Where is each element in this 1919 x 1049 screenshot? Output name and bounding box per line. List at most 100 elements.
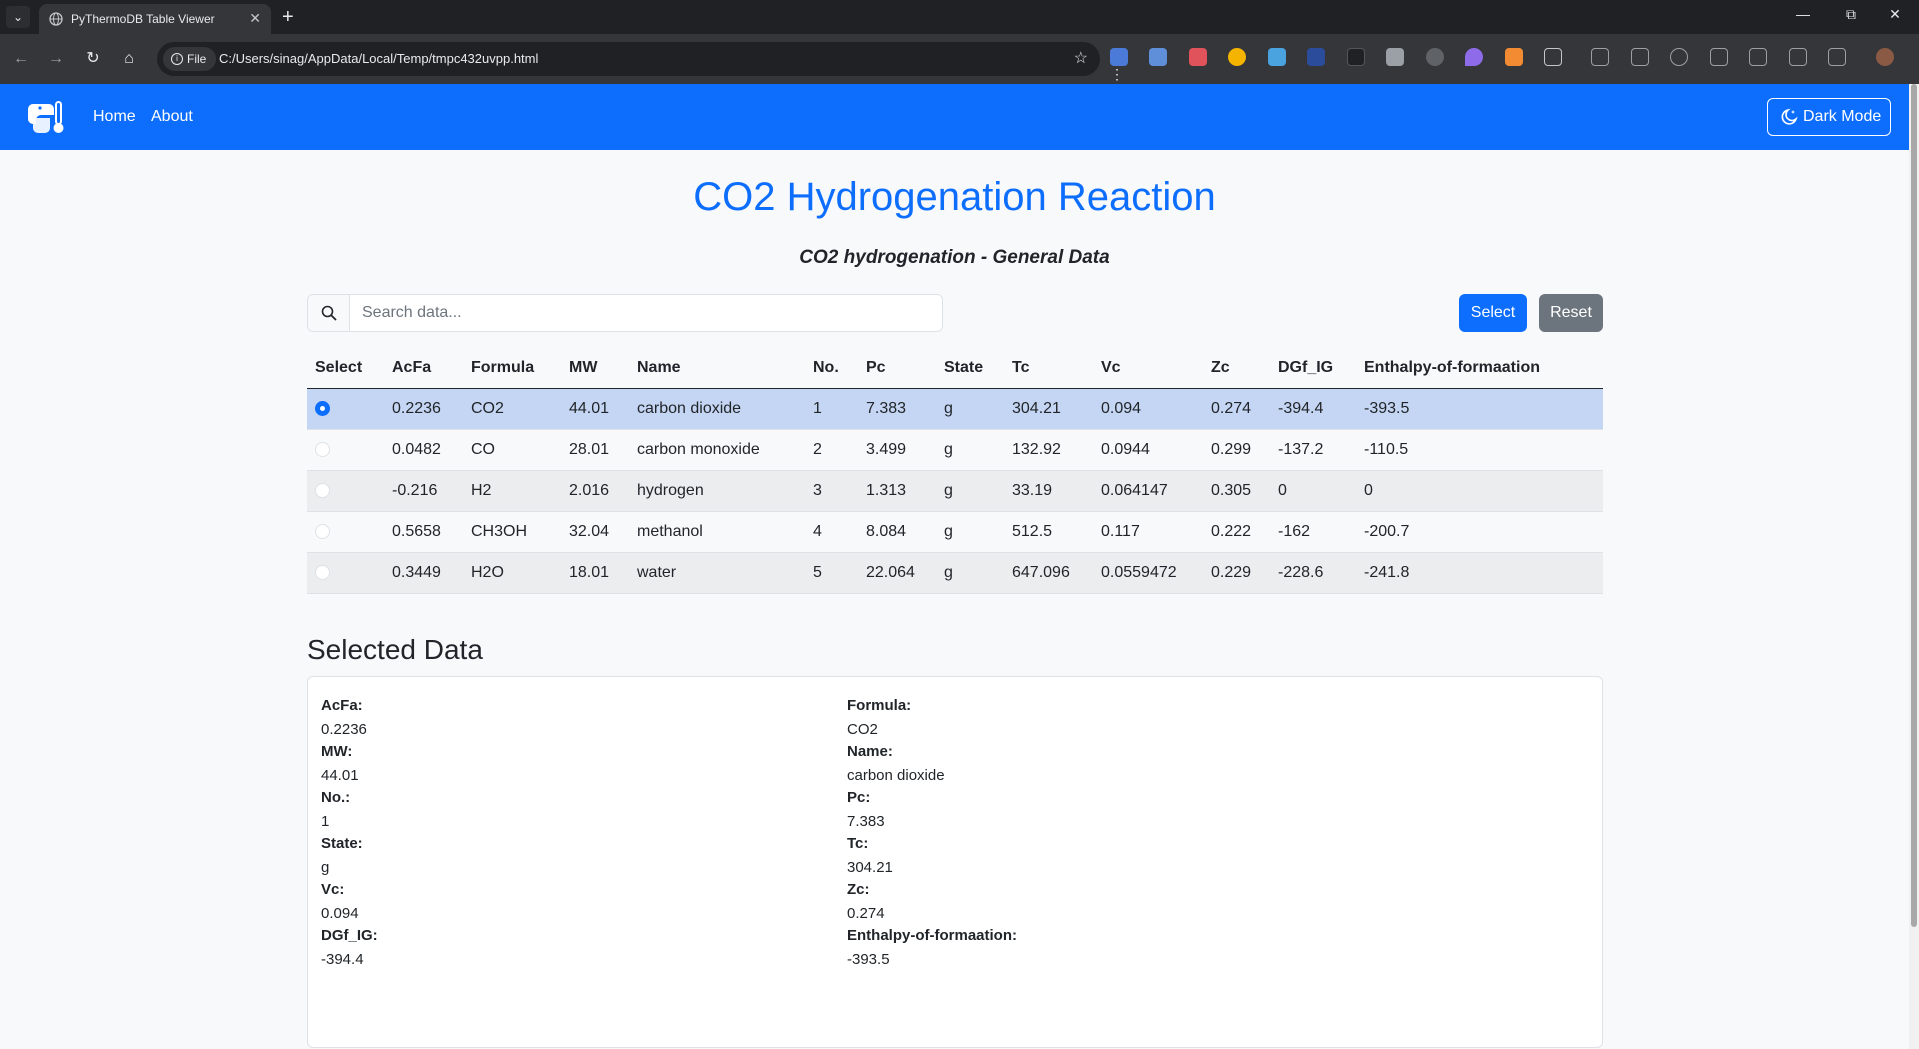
table-cell: 512.5	[1004, 511, 1093, 553]
table-row[interactable]: 0.3449 H2O 18.01 water 5 22.064 g 647.096 0.0559…	[307, 552, 1603, 594]
selected-field-label: Pc:	[847, 789, 871, 806]
menu-kebab-icon[interactable]: ⋮	[1110, 66, 1124, 84]
row-select-radio[interactable]	[315, 400, 330, 416]
table-cell: 0.0944	[1093, 429, 1203, 471]
selected-field-value: -393.5	[847, 951, 890, 968]
devices-icon[interactable]	[1788, 48, 1807, 66]
table-cell: 0.299	[1203, 429, 1270, 471]
selected-field-value: 0.2236	[321, 721, 367, 738]
translate-icon[interactable]	[1709, 48, 1728, 66]
pdf-extension-icon[interactable]	[1307, 48, 1326, 66]
column-header[interactable]: AcFa	[384, 348, 463, 389]
m-extension-icon[interactable]	[1346, 48, 1365, 66]
home-icon[interactable]: ⌂	[118, 48, 140, 70]
table-cell: 0	[1356, 470, 1603, 512]
column-header[interactable]: MW	[561, 348, 629, 389]
column-header[interactable]: Formula	[463, 348, 561, 389]
extension-icon[interactable]	[1110, 48, 1128, 66]
puzzle-extensions-icon[interactable]	[1543, 48, 1562, 66]
drop-extension-icon[interactable]	[1465, 48, 1484, 66]
extension-icon[interactable]	[1504, 48, 1523, 66]
python-thermometer-logo-icon[interactable]	[28, 98, 66, 136]
reload-icon[interactable]: ↻	[82, 48, 104, 70]
table-row[interactable]: 0.2236 CO2 44.01 carbon dioxide 1 7.383 g 304.2…	[307, 388, 1603, 430]
table-cell: 0.0482	[384, 429, 463, 471]
column-header[interactable]: State	[936, 348, 1004, 389]
table-row[interactable]: -0.216 H2 2.016 hydrogen 3 1.313 g 33.19 0.06414…	[307, 470, 1603, 512]
new-tab-plus-icon[interactable]: +	[282, 5, 294, 29]
bookmark-star-icon[interactable]: ☆	[1074, 48, 1088, 68]
incognito-icon[interactable]	[1591, 48, 1610, 66]
scrollbar-thumb[interactable]	[1911, 84, 1917, 927]
selected-field: No.: 1	[321, 789, 350, 830]
table-header-row: Select AcFa Formula MW Name No. Pc State…	[307, 348, 1603, 389]
table-cell: 3.499	[858, 429, 936, 471]
forward-icon[interactable]: →	[45, 48, 67, 70]
column-header[interactable]: DGf_IG	[1270, 348, 1356, 389]
row-select-radio[interactable]	[315, 523, 330, 539]
search-input[interactable]	[350, 295, 942, 331]
column-header[interactable]: Zc	[1203, 348, 1270, 389]
back-icon[interactable]: ←	[10, 48, 32, 70]
selected-field-label: DGf_IG:	[321, 927, 378, 944]
table-cell: 0.064147	[1093, 470, 1203, 512]
row-select-radio[interactable]	[315, 441, 330, 457]
column-header[interactable]: Tc	[1004, 348, 1093, 389]
dark-mode-button[interactable]: Dark Mode	[1767, 98, 1891, 136]
table-cell: 0.222	[1203, 511, 1270, 553]
restore-icon[interactable]: ⧉	[1836, 6, 1866, 23]
sidebar-icon[interactable]	[1828, 48, 1847, 66]
history-icon[interactable]	[1670, 48, 1689, 66]
key-icon[interactable]	[1630, 48, 1649, 66]
window-close-icon[interactable]: ✕	[1880, 6, 1910, 23]
selected-data-title: Selected Data	[307, 634, 483, 665]
translate-extension-icon[interactable]	[1149, 48, 1168, 66]
table-cell: H2O	[463, 552, 561, 594]
selected-field-value: 0.094	[321, 905, 359, 922]
row-select-radio[interactable]	[315, 482, 330, 498]
browser-tab[interactable]: PyThermoDB Table Viewer ✕	[39, 4, 271, 34]
column-header[interactable]: Pc	[858, 348, 936, 389]
table-cell: g	[936, 511, 1004, 553]
table-cell: 8.084	[858, 511, 936, 553]
selected-field-label: Enthalpy-of-formaation:	[847, 927, 1017, 944]
table-row[interactable]: 0.0482 CO 28.01 carbon monoxide 2 3.499 g 132.9…	[307, 429, 1603, 471]
table-cell: 7.383	[858, 388, 936, 430]
code-icon[interactable]	[1749, 48, 1768, 66]
column-header[interactable]: Enthalpy-of-formaation	[1356, 348, 1603, 389]
column-header[interactable]: Vc	[1093, 348, 1203, 389]
tab-close-icon[interactable]: ✕	[249, 10, 261, 27]
reset-button[interactable]: Reset	[1539, 294, 1603, 332]
eyedropper-extension-icon[interactable]	[1386, 48, 1405, 66]
column-header[interactable]: Name	[629, 348, 805, 389]
extension-icon[interactable]	[1228, 48, 1247, 66]
table-cell: 44.01	[561, 388, 629, 430]
moon-stars-icon	[1781, 108, 1798, 125]
minimize-icon[interactable]: —	[1788, 6, 1818, 22]
table-cell: 132.92	[1004, 429, 1093, 471]
tab-search-chevron-icon[interactable]: ⌄	[6, 6, 30, 28]
table-cell: -393.5	[1356, 388, 1603, 430]
table-cell: carbon monoxide	[629, 429, 805, 471]
table-row[interactable]: 0.5658 CH3OH 32.04 methanol 4 8.084 g 512.5 0.11…	[307, 511, 1603, 553]
column-header[interactable]: No.	[805, 348, 858, 389]
selected-field: Vc: 0.094	[321, 881, 359, 922]
page-scrollbar[interactable]	[1909, 84, 1919, 1049]
select-button[interactable]: Select	[1459, 294, 1527, 332]
nav-link-about[interactable]: About	[151, 108, 193, 126]
row-select-radio[interactable]	[315, 564, 330, 580]
url-text[interactable]: C:/Users/sinag/AppData/Local/Temp/tmpc43…	[219, 51, 538, 66]
address-bar[interactable]: i File C:/Users/sinag/AppData/Local/Temp…	[157, 42, 1100, 76]
extension-icon[interactable]	[1425, 48, 1444, 66]
table-cell: -110.5	[1356, 429, 1603, 471]
table-cell: 0.094	[1093, 388, 1203, 430]
table-cell: CO	[463, 429, 561, 471]
extension-icon[interactable]	[1188, 48, 1207, 66]
extension-icon[interactable]	[1267, 48, 1286, 66]
site-info-chip[interactable]: i File	[163, 47, 217, 71]
nav-link-home[interactable]: Home	[93, 108, 136, 126]
table-cell: 647.096	[1004, 552, 1093, 594]
avatar[interactable]	[1875, 48, 1894, 66]
table-cell: 0.305	[1203, 470, 1270, 512]
selected-field: MW: 44.01	[321, 743, 359, 784]
